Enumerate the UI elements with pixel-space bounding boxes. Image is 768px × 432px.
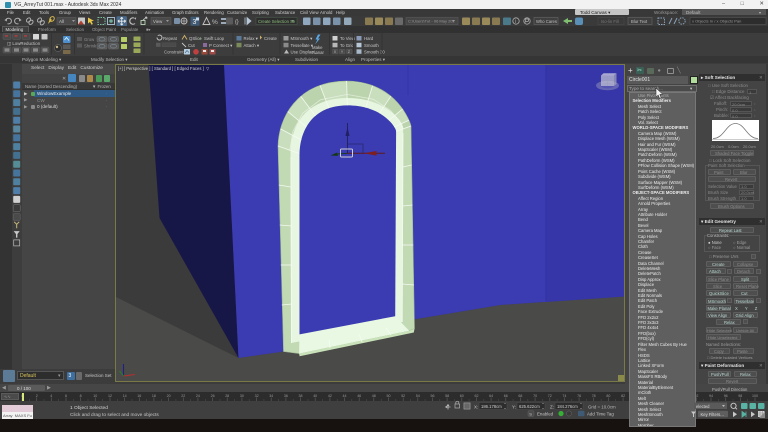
svg-text:S: S [529,411,532,416]
svg-text:20: 20 [167,394,171,398]
svg-text:186.178cm: 186.178cm [481,404,502,409]
svg-text:18: 18 [152,394,156,398]
svg-text:72: 72 [548,394,552,398]
svg-text:60: 60 [460,394,464,398]
svg-text:Tessellate ▾: Tessellate ▾ [291,42,313,47]
svg-text:70: 70 [533,394,537,398]
svg-text:Planar: Planar [312,50,325,55]
svg-text:elected: elected [696,404,710,409]
svg-text:◫ LowReduction: ◫ LowReduction [7,40,41,45]
svg-text:36: 36 [284,394,288,398]
svg-text:Enabled: Enabled [537,411,554,416]
svg-text:Shrink: Shrink [84,43,97,48]
svg-text:All: All [59,19,64,24]
svg-text:8: 8 [80,394,82,398]
svg-text:50: 50 [387,394,391,398]
svg-text:96: 96 [724,394,728,398]
svg-text:14: 14 [123,394,127,398]
svg-text:78: 78 [592,394,596,398]
svg-text:View: View [153,18,163,23]
svg-text:32: 32 [255,394,259,398]
svg-text:68: 68 [518,394,522,398]
svg-text:52: 52 [401,394,405,398]
svg-text:98: 98 [738,394,742,398]
svg-text:184.276cm: 184.276cm [557,404,578,409]
svg-text:74: 74 [562,394,566,398]
svg-text:Grow: Grow [84,36,95,41]
svg-text:10: 10 [93,394,97,398]
svg-text:Key Filters...: Key Filters... [701,412,724,417]
svg-text:56: 56 [431,394,435,398]
svg-text:76: 76 [577,394,581,398]
svg-text:6: 6 [65,394,67,398]
svg-text:22: 22 [181,394,185,398]
svg-text:Z:: Z: [550,405,554,410]
svg-text:28: 28 [225,394,229,398]
svg-text:42: 42 [328,394,332,398]
svg-text:Create: Create [264,36,278,41]
svg-text:82: 82 [621,394,625,398]
svg-text:Add Time Tag: Add Time Tag [587,411,614,416]
svg-text:24: 24 [196,394,200,398]
svg-text:80: 80 [606,394,610,398]
svg-text:C:\Users\Tut - 06 May 202: C:\Users\Tut - 06 May 202 [408,18,456,23]
svg-text:94: 94 [709,394,713,398]
svg-text:Hard: Hard [364,36,374,41]
svg-text:34: 34 [269,394,273,398]
svg-text:X:: X: [474,405,478,410]
svg-text:Create Selection Se: Create Selection Se [258,18,296,23]
svg-text:Repeat: Repeat [163,36,178,41]
svg-text:Constraints: Constraints [164,49,186,54]
svg-text:66: 66 [504,394,508,398]
svg-text:2: 2 [36,394,38,398]
svg-text:P Connect ▾: P Connect ▾ [209,42,232,47]
svg-text:Swift Loop: Swift Loop [204,36,225,41]
svg-text:Blur Text: Blur Text [631,18,648,23]
svg-text:30: 30 [240,394,244,398]
svg-text:16: 16 [137,394,141,398]
svg-text:58: 58 [445,394,449,398]
svg-text:To Grid: To Grid [340,42,354,47]
svg-text:40: 40 [313,394,317,398]
svg-text:26: 26 [211,394,215,398]
svg-text:Relax ▾: Relax ▾ [244,36,258,41]
svg-text:3: 3 [193,19,197,26]
svg-text:100: 100 [752,394,758,398]
svg-text:64: 64 [489,394,493,398]
svg-text:Iso-lin Fill: Iso-lin Fill [601,18,619,23]
svg-text:Attach ▾: Attach ▾ [244,42,260,47]
svg-text:x Objects In / x Objects Pan: x Objects In / x Objects Pan [692,18,741,23]
svg-text:i: i [515,19,516,25]
svg-text:54: 54 [416,394,420,398]
svg-text:+: + [199,36,202,41]
svg-text:Y: Y [341,50,344,54]
svg-text:Cut: Cut [188,42,195,47]
svg-text:625.622cm: 625.622cm [519,404,540,409]
svg-text:X: X [334,50,337,54]
svg-text:{}: {} [235,19,239,25]
svg-text:46: 46 [357,394,361,398]
svg-text:Who Cares: Who Cares [536,18,557,23]
svg-text:MSmooth ▾: MSmooth ▾ [291,36,313,41]
svg-text:44: 44 [343,394,347,398]
svg-text:12: 12 [108,394,112,398]
svg-text:4: 4 [50,394,52,398]
svg-text:48: 48 [372,394,376,398]
svg-text:%: % [212,19,218,26]
svg-text:Grid = 10.0cm: Grid = 10.0cm [588,405,616,410]
svg-text:Smooth: Smooth [364,42,379,47]
svg-text:Y:: Y: [512,405,516,410]
svg-text:38: 38 [299,394,303,398]
svg-text:62: 62 [475,394,479,398]
